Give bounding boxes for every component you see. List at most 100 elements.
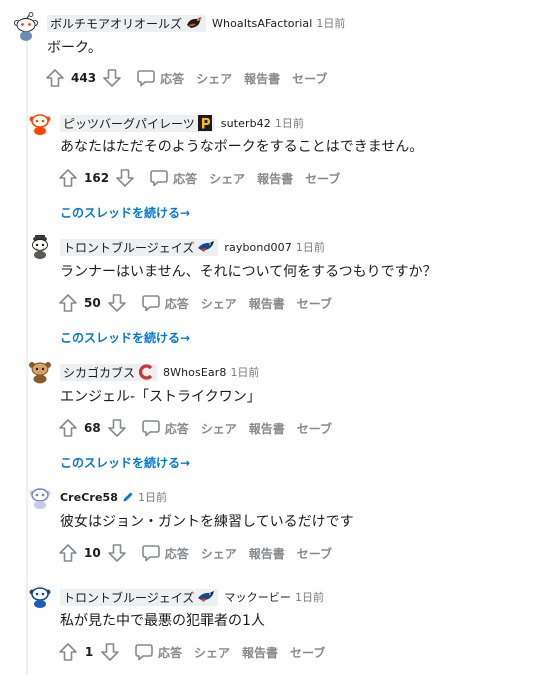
save-button[interactable]: セーブ (297, 295, 332, 312)
upvote-arrow-icon (59, 419, 77, 437)
continue-thread-link[interactable]: このスレッドを続ける→ (60, 454, 190, 471)
upvote-arrow-icon (59, 294, 77, 312)
share-button[interactable]: シェア (201, 295, 237, 312)
username-link[interactable]: WhoaItsAFactorial (212, 17, 312, 30)
comment-actions: 1 応答 シェア 報告書 セーブ (58, 640, 325, 664)
save-button[interactable]: セーブ (290, 644, 325, 661)
username-link[interactable]: 8WhosEar8 (163, 366, 226, 379)
bluejays-bird-icon (197, 590, 215, 604)
report-button[interactable]: 報告書 (249, 545, 285, 562)
downvote-button[interactable] (107, 543, 127, 563)
save-button[interactable]: セーブ (292, 70, 327, 87)
comment-bubble-icon (137, 70, 155, 87)
upvote-arrow-icon (59, 643, 77, 661)
avatar[interactable] (27, 110, 53, 136)
timestamp[interactable]: 1日前 (316, 15, 345, 31)
report-button[interactable]: 報告書 (257, 170, 293, 187)
avatar[interactable] (27, 358, 53, 384)
upvote-arrow-icon (46, 69, 64, 87)
timestamp[interactable]: 1日前 (138, 489, 167, 505)
flair-label: トロントブルージェイズ (63, 240, 195, 255)
share-button[interactable]: シェア (196, 70, 232, 87)
reply-button[interactable]: 応答 (141, 543, 189, 563)
avatar[interactable] (11, 12, 41, 42)
comment-body: ランナーはいません、それについて何をするつもりですか？ (60, 264, 437, 280)
save-button[interactable]: セーブ (297, 420, 332, 437)
downvote-arrow-icon (116, 169, 134, 187)
timestamp[interactable]: 1日前 (230, 364, 259, 380)
comment-body: 私が見た中で最悪の犯罪者の1人 (60, 613, 265, 629)
timestamp[interactable]: 1日前 (295, 589, 324, 605)
reply-button[interactable]: 応答 (149, 168, 197, 188)
downvote-arrow-icon (107, 544, 126, 562)
bluejays-bird-icon (197, 240, 215, 254)
comment-body: あなたはただそのようなボークをすることはできません。 (60, 139, 424, 155)
reply-label: 応答 (173, 171, 198, 186)
upvote-button[interactable] (58, 543, 78, 563)
continue-thread-link[interactable]: このスレッドを続ける→ (60, 329, 190, 346)
user-flair: ピッツバーグパイレーツ (60, 114, 215, 132)
comment-actions: 443 応答 シェア 報告書 セーブ (45, 66, 327, 90)
username-link[interactable]: raybond007 (224, 241, 291, 254)
continue-thread-link[interactable]: このスレッドを続ける→ (60, 204, 190, 221)
flair-label: シカゴカブス (63, 365, 136, 380)
downvote-button[interactable] (115, 168, 135, 188)
share-button[interactable]: シェア (194, 644, 230, 661)
vote-score: 10 (84, 546, 101, 560)
flair-label: ピッツバーグパイレーツ (63, 116, 195, 131)
save-button[interactable]: セーブ (297, 545, 332, 562)
report-button[interactable]: 報告書 (244, 70, 280, 87)
comment-body: エンジェル-「ストライクワン」 (60, 389, 261, 405)
downvote-arrow-icon (107, 419, 126, 437)
flair-label: トロントブルージェイズ (63, 590, 195, 605)
report-button[interactable]: 報告書 (249, 295, 285, 312)
upvote-button[interactable] (58, 168, 78, 188)
downvote-button[interactable] (100, 642, 120, 662)
avatar[interactable] (27, 484, 53, 510)
reply-button[interactable]: 応答 (141, 293, 189, 313)
share-button[interactable]: シェア (201, 545, 237, 562)
comment-actions: 50 応答 シェア 報告書 セーブ (58, 291, 332, 315)
upvote-button[interactable] (58, 293, 78, 313)
upvote-arrow-icon (59, 544, 77, 562)
username-link[interactable]: マックービー (224, 589, 291, 605)
downvote-button[interactable] (102, 68, 122, 88)
comment-body: ボーク。 (47, 40, 102, 56)
vote-score: 443 (71, 71, 97, 85)
upvote-button[interactable] (58, 642, 78, 662)
timestamp[interactable]: 1日前 (296, 239, 325, 255)
username-link[interactable]: suterb42 (221, 117, 271, 130)
upvote-button[interactable] (45, 68, 65, 88)
comment-actions: 10 応答 シェア 報告書 セーブ (58, 541, 332, 565)
upvote-button[interactable] (58, 418, 78, 438)
reply-button[interactable]: 応答 (134, 642, 182, 662)
username-link[interactable]: CreCre58 (60, 491, 118, 504)
timestamp[interactable]: 1日前 (275, 115, 304, 131)
downvote-button[interactable] (107, 293, 127, 313)
share-button[interactable]: シェア (201, 420, 237, 437)
reply-label: 応答 (164, 421, 189, 436)
comment-bubble-icon (141, 545, 160, 562)
avatar[interactable] (27, 583, 53, 609)
upvote-arrow-icon (59, 169, 77, 187)
save-button[interactable]: セーブ (305, 170, 340, 187)
pencil-icon (122, 491, 134, 503)
avatar[interactable] (27, 233, 53, 259)
reply-button[interactable]: 応答 (136, 68, 184, 88)
downvote-arrow-icon (107, 294, 126, 312)
user-flair: シカゴカブス (60, 363, 158, 381)
reply-button[interactable]: 応答 (141, 418, 189, 438)
comment-actions: 162 応答 シェア 報告書 セーブ (58, 166, 340, 190)
flair-label: ボルチモアオリオールズ (50, 16, 183, 31)
downvote-arrow-icon (101, 643, 119, 661)
vote-score: 1 (84, 645, 94, 659)
report-button[interactable]: 報告書 (249, 420, 285, 437)
report-button[interactable]: 報告書 (242, 644, 278, 661)
vote-score: 68 (84, 421, 101, 435)
reply-label: 応答 (164, 546, 189, 561)
share-button[interactable]: シェア (209, 170, 245, 187)
user-flair: トロントブルージェイズ (60, 238, 219, 256)
comment-actions: 68 応答 シェア 報告書 セーブ (58, 416, 332, 440)
pirates-p-icon (197, 115, 212, 131)
downvote-button[interactable] (107, 418, 127, 438)
